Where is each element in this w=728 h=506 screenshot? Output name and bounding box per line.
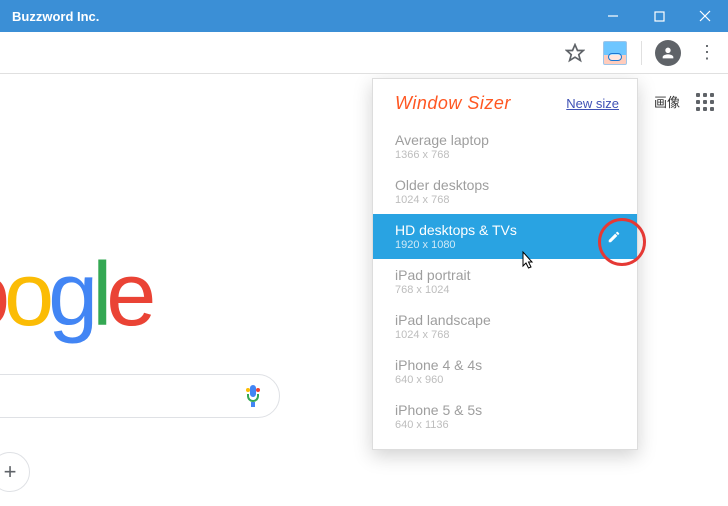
window-maximize-button[interactable] (636, 0, 682, 32)
size-preset-item[interactable]: Average laptop1366 x 768 (373, 124, 637, 169)
popup-title: Window Sizer (395, 93, 511, 114)
size-preset-item[interactable]: HD desktops & TVs1920 x 1080 (373, 214, 637, 259)
size-preset-list: Average laptop1366 x 768Older desktops10… (373, 124, 637, 449)
edit-preset-icon[interactable] (607, 230, 621, 244)
toolbar-divider (641, 41, 642, 65)
size-preset-dimensions: 1920 x 1080 (395, 239, 615, 251)
window-minimize-button[interactable] (590, 0, 636, 32)
content-area: 画像 oogle 力 + Window Sizer New size Avera… (0, 74, 728, 506)
size-preset-dimensions: 768 x 1024 (395, 284, 615, 296)
window-sizer-popup: Window Sizer New size Average laptop1366… (372, 78, 638, 450)
size-preset-item[interactable]: iPad landscape1024 x 768 (373, 304, 637, 349)
size-preset-dimensions: 640 x 1136 (395, 419, 615, 431)
size-preset-dimensions: 1366 x 768 (395, 149, 615, 161)
window-titlebar: Buzzword Inc. (0, 0, 728, 32)
window-close-button[interactable] (682, 0, 728, 32)
popup-header: Window Sizer New size (373, 79, 637, 124)
size-preset-label: HD desktops & TVs (395, 222, 615, 238)
size-preset-item[interactable]: Older desktops1024 x 768 (373, 169, 637, 214)
browser-toolbar: ⋮ (0, 32, 728, 74)
size-preset-item[interactable]: iPad portrait768 x 1024 (373, 259, 637, 304)
size-preset-item[interactable]: iPhone 4 & 4s640 x 960 (373, 349, 637, 394)
window-title: Buzzword Inc. (12, 9, 99, 24)
size-preset-dimensions: 640 x 960 (395, 374, 615, 386)
size-preset-label: iPad landscape (395, 312, 615, 328)
profile-avatar[interactable] (654, 39, 682, 67)
window-controls (590, 0, 728, 32)
google-search-input[interactable]: 力 (0, 374, 280, 418)
size-preset-label: Older desktops (395, 177, 615, 193)
size-preset-dimensions: 1024 x 768 (395, 329, 615, 341)
window-sizer-extension-icon[interactable] (601, 39, 629, 67)
bookmark-star-icon[interactable] (561, 39, 589, 67)
voice-search-icon[interactable] (245, 385, 261, 407)
size-preset-label: iPhone 5 & 5s (395, 402, 615, 418)
new-size-link[interactable]: New size (566, 96, 619, 111)
google-top-nav: 画像 (654, 92, 714, 111)
browser-menu-icon[interactable]: ⋮ (694, 42, 720, 63)
add-shortcut-button[interactable]: + (0, 452, 30, 492)
size-preset-label: Average laptop (395, 132, 615, 148)
google-logo: oogle (0, 244, 150, 347)
google-images-link[interactable]: 画像 (654, 92, 680, 111)
size-preset-label: iPad portrait (395, 267, 615, 283)
size-preset-dimensions: 1024 x 768 (395, 194, 615, 206)
size-preset-item[interactable]: iPhone 5 & 5s640 x 1136 (373, 394, 637, 439)
size-preset-label: iPhone 4 & 4s (395, 357, 615, 373)
google-apps-icon[interactable] (696, 93, 714, 111)
